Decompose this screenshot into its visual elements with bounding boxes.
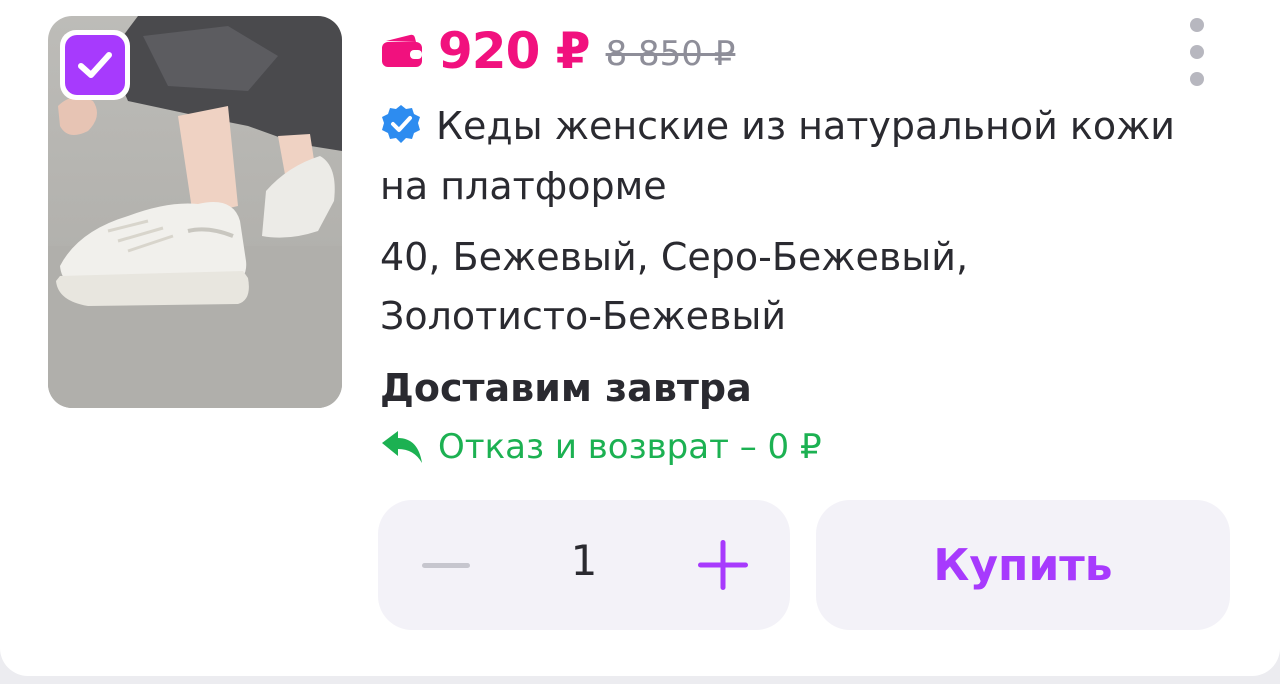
return-policy[interactable]: Отказ и возврат – 0 ₽	[380, 424, 822, 470]
product-title-block[interactable]: Кеды женские из натуральной кожи на плат…	[380, 96, 1220, 216]
buy-button[interactable]: Купить	[816, 500, 1230, 630]
more-vertical-icon[interactable]	[1184, 18, 1210, 86]
product-variants: 40, Бежевый, Серо-Бежевый, Золотисто-Беж…	[380, 228, 1220, 346]
variants-line-2: Золотисто-Бежевый	[380, 294, 787, 338]
return-arrow-icon	[382, 431, 422, 463]
current-price: 920 ₽	[438, 22, 591, 80]
quantity-stepper: 1	[378, 500, 790, 630]
wallet-icon	[382, 34, 422, 67]
product-title: Кеды женские из натуральной кожи на плат…	[380, 104, 1175, 208]
checkmark-icon	[78, 52, 112, 78]
return-policy-text: Отказ и возврат – 0 ₽	[438, 427, 822, 467]
plus-icon[interactable]	[696, 538, 750, 592]
quantity-value[interactable]: 1	[554, 536, 614, 585]
verified-badge-icon	[382, 105, 420, 143]
variants-line-1: 40, Бежевый, Серо-Бежевый,	[380, 235, 969, 279]
select-item-checkbox[interactable]	[60, 30, 130, 100]
delivery-info: Доставим завтра	[380, 366, 752, 410]
price-row: 920 ₽ 8 850 ₽	[380, 18, 735, 84]
minus-icon[interactable]	[418, 540, 478, 590]
old-price: 8 850 ₽	[605, 34, 736, 74]
cart-item-card: 920 ₽ 8 850 ₽ Кеды женские из натурально…	[0, 0, 1280, 676]
